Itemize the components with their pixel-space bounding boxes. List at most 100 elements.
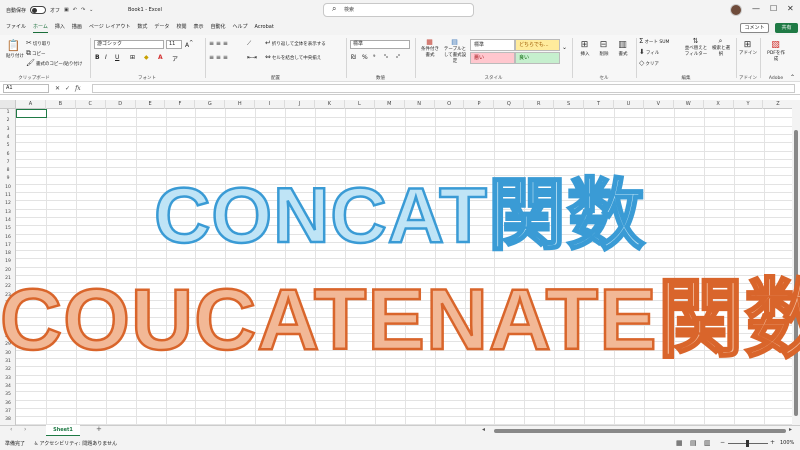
share-button[interactable]: 共有 — [775, 23, 798, 33]
enter-icon[interactable]: ✓ — [65, 84, 70, 93]
formula-input[interactable] — [92, 84, 795, 93]
tab-2[interactable]: 挿入 — [55, 22, 65, 33]
close-icon[interactable]: ✕ — [787, 3, 794, 15]
accessibility-status[interactable]: ♿アクセシビリティ: 問題ありません — [34, 440, 117, 448]
font-name-select[interactable]: 游ゴシック — [94, 40, 164, 49]
tab-11[interactable]: Acrobat — [255, 22, 274, 33]
tab-0[interactable]: ファイル — [6, 22, 26, 33]
orientation-icon[interactable]: ⟋ — [247, 40, 251, 48]
paste-button[interactable]: 📋 貼り付け — [6, 39, 24, 59]
percent-icon[interactable]: % — [362, 54, 368, 61]
fill-button[interactable]: ⬇フィル — [639, 49, 659, 57]
column-header-W[interactable]: W — [674, 100, 704, 109]
column-header-H[interactable]: H — [225, 100, 256, 109]
format-as-table-button[interactable]: ▤ テーブルとして書式設定 — [443, 39, 467, 65]
row-header-6[interactable]: 6 — [0, 151, 16, 159]
add-sheet-button[interactable]: + — [96, 425, 102, 433]
row-header-5[interactable]: 5 — [0, 142, 16, 150]
insert-function-icon[interactable]: fx — [75, 84, 81, 93]
column-header-Z[interactable]: Z — [764, 100, 794, 109]
row-header-36[interactable]: 36 — [0, 400, 16, 408]
column-header-G[interactable]: G — [195, 100, 226, 109]
select-all-corner[interactable] — [0, 100, 16, 109]
format-cells-button[interactable]: ▥ 書式 — [614, 39, 632, 57]
active-cell[interactable] — [16, 109, 47, 118]
find-select-button[interactable]: ⌕ 検索と選択 — [710, 38, 732, 58]
delete-cells-button[interactable]: ⊟ 削除 — [595, 39, 613, 57]
autosave-toggle[interactable] — [30, 6, 47, 14]
currency-icon[interactable]: ₪ — [351, 54, 356, 61]
zoom-out-icon[interactable]: − — [720, 439, 725, 446]
style-bad[interactable]: 悪い — [470, 52, 515, 64]
undo-icon[interactable]: ↶ — [73, 5, 77, 15]
column-header-K[interactable]: K — [315, 100, 345, 109]
column-header-X[interactable]: X — [704, 100, 734, 109]
comment-button[interactable]: コメント — [740, 23, 769, 33]
tab-4[interactable]: ページ レイアウト — [89, 22, 131, 33]
save-icon[interactable]: ▣ — [64, 5, 69, 15]
column-header-B[interactable]: B — [46, 100, 76, 109]
create-pdf-button[interactable]: ▧ PDFを作成 — [765, 39, 787, 63]
tab-6[interactable]: データ — [154, 22, 169, 33]
tab-7[interactable]: 校閲 — [176, 22, 186, 33]
borders-icon[interactable]: ⊞ — [130, 54, 135, 61]
row-header-2[interactable]: 2 — [0, 117, 16, 125]
zoom-level[interactable]: 100% — [780, 440, 794, 446]
comma-icon[interactable]: ⁹ — [373, 54, 375, 61]
zoom-slider-thumb[interactable] — [746, 440, 749, 447]
column-header-V[interactable]: V — [644, 100, 674, 109]
row-header-37[interactable]: 37 — [0, 408, 16, 416]
column-header-E[interactable]: E — [136, 100, 166, 109]
row-header-35[interactable]: 35 — [0, 391, 16, 399]
column-header-M[interactable]: M — [375, 100, 405, 109]
row-header-4[interactable]: 4 — [0, 134, 16, 142]
next-sheet-icon[interactable]: › — [24, 426, 26, 433]
column-header-N[interactable]: N — [405, 100, 435, 109]
sheet-tab-sheet1[interactable]: Sheet1 — [46, 425, 80, 436]
wrap-text-button[interactable]: ↵折り返して全体を表示する — [265, 40, 326, 48]
decrease-decimal-icon[interactable]: ₀⁰ — [396, 54, 400, 60]
scroll-left-icon[interactable]: ◂ — [482, 426, 485, 433]
copy-button[interactable]: ⧉コピー — [26, 50, 46, 58]
underline-button[interactable]: U — [115, 54, 119, 61]
row-header-3[interactable]: 3 — [0, 126, 16, 134]
scroll-right-icon[interactable]: ▸ — [789, 426, 792, 433]
row-header-1[interactable]: 1 — [0, 109, 16, 117]
insert-cells-button[interactable]: ⊞ 挿入 — [576, 39, 594, 57]
autosum-button[interactable]: Σオート SUM — [639, 38, 669, 46]
tab-10[interactable]: ヘルプ — [232, 22, 247, 33]
normal-view-icon[interactable]: ▦ — [676, 439, 683, 447]
column-header-U[interactable]: U — [614, 100, 644, 109]
format-painter-button[interactable]: 🖌書式のコピー/貼り付け — [26, 60, 82, 68]
search-box[interactable]: ⌕ 検索 — [323, 3, 474, 17]
align-left-icon[interactable]: ≡ ≡ ≡ — [209, 54, 228, 61]
indent-icon[interactable]: ⇤⇥ — [247, 54, 257, 61]
style-neutral[interactable]: どちらでも... — [515, 39, 560, 51]
column-header-P[interactable]: P — [465, 100, 495, 109]
column-header-O[interactable]: O — [435, 100, 465, 109]
column-header-T[interactable]: T — [584, 100, 614, 109]
column-header-Y[interactable]: Y — [734, 100, 764, 109]
column-header-Q[interactable]: Q — [494, 100, 525, 109]
column-header-S[interactable]: S — [554, 100, 585, 109]
cancel-icon[interactable]: ✕ — [55, 84, 60, 93]
page-break-icon[interactable]: ▥ — [704, 439, 711, 447]
row-header-34[interactable]: 34 — [0, 383, 16, 391]
row-header-7[interactable]: 7 — [0, 159, 16, 167]
align-top-icon[interactable]: ≡ ≡ ≡ — [209, 40, 228, 47]
bold-button[interactable]: B — [95, 54, 100, 61]
increase-decimal-icon[interactable]: ⁰₀ — [384, 54, 388, 60]
column-header-A[interactable]: A — [16, 100, 46, 109]
sort-filter-button[interactable]: ⇅ 並べ替えとフィルター — [684, 38, 708, 58]
column-header-F[interactable]: F — [166, 100, 196, 109]
horizontal-scroll-thumb[interactable] — [494, 429, 786, 433]
cut-button[interactable]: ✂切り取り — [26, 40, 51, 48]
maximize-icon[interactable]: ☐ — [770, 3, 777, 15]
italic-button[interactable]: I — [105, 54, 107, 61]
addins-button[interactable]: ⊞ アドイン — [739, 39, 757, 57]
tab-3[interactable]: 描画 — [72, 22, 82, 33]
style-normal[interactable]: 標準 — [470, 39, 515, 51]
column-header-I[interactable]: I — [255, 100, 286, 109]
page-layout-icon[interactable]: ▤ — [690, 439, 697, 447]
minimize-icon[interactable]: — — [752, 3, 760, 15]
